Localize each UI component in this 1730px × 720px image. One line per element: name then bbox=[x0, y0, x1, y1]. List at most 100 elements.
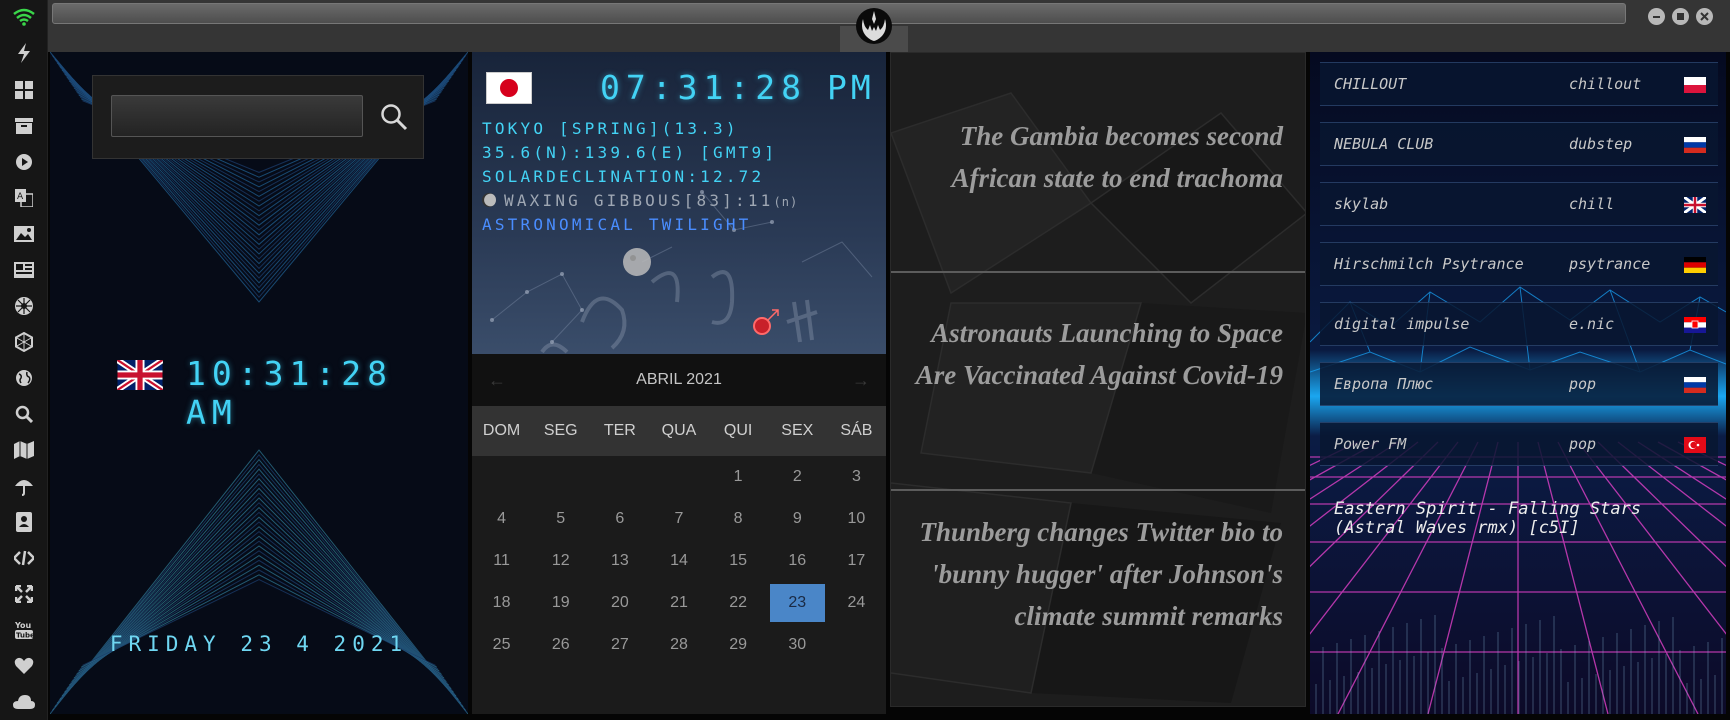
radio-station[interactable]: skylab chill bbox=[1320, 182, 1718, 226]
world-clock-calendar-panel: 07:31:28 PM TOKYO [SPRING](13.3) 35.6(N)… bbox=[472, 52, 886, 714]
weekday-label: SÁB bbox=[840, 422, 873, 439]
svg-text:A: A bbox=[17, 192, 24, 202]
calendar-day[interactable]: 13 bbox=[592, 542, 647, 580]
heart-icon[interactable] bbox=[12, 654, 36, 678]
calendar-day[interactable]: 30 bbox=[770, 626, 825, 664]
calendar-day[interactable]: 2 bbox=[770, 458, 825, 496]
settings-icon[interactable] bbox=[12, 294, 36, 318]
news-headline[interactable]: Astronauts Launching to Space Are Vaccin… bbox=[891, 312, 1301, 396]
radio-station[interactable]: CHILLOUT chillout bbox=[1320, 62, 1718, 106]
russia-flag-icon bbox=[1684, 137, 1706, 153]
address-bar[interactable] bbox=[52, 3, 1626, 24]
calendar-day[interactable]: 26 bbox=[533, 626, 588, 664]
hexagon-icon[interactable] bbox=[12, 330, 36, 354]
weekday-label: DOM bbox=[482, 422, 521, 439]
contacts-icon[interactable] bbox=[12, 510, 36, 534]
calendar-prev-button[interactable]: ← bbox=[488, 370, 506, 391]
cloud-icon[interactable] bbox=[12, 690, 36, 714]
search-icon[interactable] bbox=[12, 402, 36, 426]
umbrella-icon[interactable] bbox=[12, 474, 36, 498]
calendar-day[interactable]: 11 bbox=[474, 542, 529, 580]
translate-icon[interactable]: A bbox=[12, 186, 36, 210]
code-icon[interactable] bbox=[12, 546, 36, 570]
left-sidebar: A You Tube bbox=[0, 0, 48, 720]
calendar-day[interactable]: 27 bbox=[592, 626, 647, 664]
calendar-day-selected[interactable]: 23 bbox=[769, 584, 825, 622]
radio-station-name: Европа Плюс bbox=[1334, 375, 1434, 393]
calendar-week-row: 18 19 20 21 22 23 24 bbox=[472, 582, 886, 624]
youtube-icon[interactable]: You Tube bbox=[12, 618, 36, 642]
solar-declination: SOLARDECLINATION:12.72 bbox=[482, 167, 765, 186]
radio-station-name: Power FM bbox=[1334, 435, 1407, 453]
radio-station[interactable]: Европа Плюс pop bbox=[1320, 362, 1718, 406]
calendar-day[interactable]: 5 bbox=[533, 500, 588, 538]
radio-station-name: Hirschmilch Psytrance bbox=[1334, 255, 1524, 273]
news-headline[interactable]: Thunberg changes Twitter bio to 'bunny h… bbox=[891, 511, 1301, 637]
map-icon[interactable] bbox=[12, 438, 36, 462]
calendar-day bbox=[829, 626, 884, 664]
image-icon[interactable] bbox=[12, 222, 36, 246]
moon-phase-icon bbox=[482, 193, 496, 207]
calendar-day[interactable]: 8 bbox=[711, 500, 766, 538]
calendar-day[interactable]: 19 bbox=[533, 584, 588, 622]
uk-flag-icon bbox=[115, 357, 165, 393]
calendar-day[interactable]: 10 bbox=[829, 500, 884, 538]
calendar-day[interactable]: 3 bbox=[829, 458, 884, 496]
maximize-button[interactable] bbox=[1672, 8, 1689, 25]
calendar-month-label: ABRIL 2021 bbox=[636, 371, 722, 388]
calendar-day[interactable]: 4 bbox=[474, 500, 529, 538]
calendar-day[interactable]: 1 bbox=[711, 458, 766, 496]
news-headline[interactable]: The Gambia becomes second African state … bbox=[891, 115, 1301, 199]
calendar-day bbox=[474, 458, 529, 496]
radio-station-genre: dubstep bbox=[1569, 135, 1633, 153]
calendar-day[interactable]: 17 bbox=[829, 542, 884, 580]
search-button[interactable] bbox=[375, 98, 413, 136]
radio-station-genre: chill bbox=[1569, 195, 1615, 213]
calendar-day[interactable]: 15 bbox=[711, 542, 766, 580]
croatia-flag-icon bbox=[1684, 317, 1706, 333]
title-bar bbox=[48, 0, 1730, 52]
radio-station-name: skylab bbox=[1334, 195, 1389, 213]
calendar-day[interactable]: 22 bbox=[711, 584, 766, 622]
calendar-day[interactable]: 28 bbox=[651, 626, 706, 664]
svg-text:You: You bbox=[14, 621, 32, 630]
radio-station[interactable]: Hirschmilch Psytrance psytrance bbox=[1320, 242, 1718, 286]
globe-icon[interactable] bbox=[12, 366, 36, 390]
local-time: 10:31:28 AM bbox=[186, 354, 393, 432]
radio-station-genre: e.nic bbox=[1569, 315, 1615, 333]
calendar-day[interactable]: 9 bbox=[770, 500, 825, 538]
calendar-day[interactable]: 12 bbox=[533, 542, 588, 580]
calendar-day[interactable]: 14 bbox=[651, 542, 706, 580]
calendar-day[interactable]: 20 bbox=[592, 584, 647, 622]
windows-icon[interactable] bbox=[12, 78, 36, 102]
archive-icon[interactable] bbox=[12, 114, 36, 138]
calendar-day[interactable]: 16 bbox=[770, 542, 825, 580]
rebel-alliance-logo-icon[interactable] bbox=[853, 5, 895, 47]
fullscreen-icon[interactable] bbox=[12, 582, 36, 606]
japan-flag-icon bbox=[486, 72, 532, 104]
calendar-day[interactable]: 6 bbox=[592, 500, 647, 538]
calendar-day[interactable]: 25 bbox=[474, 626, 529, 664]
calendar-next-button[interactable]: → bbox=[852, 370, 870, 391]
wifi-icon[interactable] bbox=[12, 5, 36, 29]
radio-station[interactable]: Power FM pop bbox=[1320, 422, 1718, 466]
radio-station-genre: psytrance bbox=[1569, 255, 1651, 273]
calendar-day[interactable]: 24 bbox=[829, 584, 884, 622]
close-button[interactable] bbox=[1696, 8, 1713, 25]
russia-flag-icon bbox=[1684, 377, 1706, 393]
bolt-icon[interactable] bbox=[12, 41, 36, 65]
radio-station[interactable]: digital impulse e.nic bbox=[1320, 302, 1718, 346]
calendar-day[interactable]: 7 bbox=[651, 500, 706, 538]
play-icon[interactable] bbox=[12, 150, 36, 174]
radio-station[interactable]: NEBULA CLUB dubstep bbox=[1320, 122, 1718, 166]
minimize-button[interactable] bbox=[1648, 8, 1665, 25]
calendar-day[interactable]: 29 bbox=[711, 626, 766, 664]
tokyo-time: 07:31:28 bbox=[600, 68, 807, 107]
search-input[interactable] bbox=[111, 95, 363, 137]
search-box bbox=[92, 75, 424, 159]
calendar-day[interactable]: 18 bbox=[474, 584, 529, 622]
calendar-day[interactable]: 21 bbox=[651, 584, 706, 622]
news-icon[interactable] bbox=[12, 258, 36, 282]
weekday-label: SEG bbox=[543, 422, 578, 439]
local-date: FRIDAY 23 4 2021 bbox=[109, 632, 409, 656]
